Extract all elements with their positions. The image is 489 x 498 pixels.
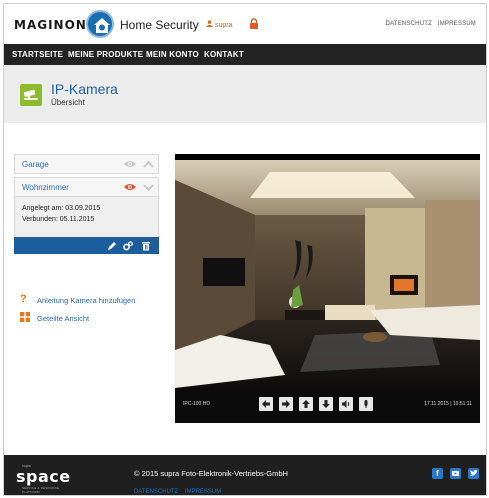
footer-link-datenschutz[interactable]: DATENSCHUTZ — [134, 489, 178, 495]
video-player[interactable]: IPC-100 HD 17.11.2015 | 10:51:11 — [175, 154, 480, 423]
help-icon: ? — [20, 293, 27, 305]
user-icon — [206, 20, 213, 27]
copyright: © 2015 supra Foto-Elektronik-Vertriebs-G… — [134, 469, 288, 478]
created-date: Angelegt am: 03.09.2015 — [22, 205, 101, 212]
youtube-icon[interactable] — [450, 468, 461, 479]
camera-item-garage[interactable]: Garage — [14, 154, 159, 174]
brand-logo[interactable]: MAGINON — [14, 18, 87, 32]
pencil-icon[interactable] — [107, 241, 117, 251]
speaker-icon[interactable] — [339, 397, 353, 411]
eye-icon[interactable] — [124, 160, 136, 168]
footer-links: DATENSCHUTZ IMPRESSUM — [134, 489, 226, 495]
arrow-left-icon[interactable] — [259, 397, 273, 411]
page-title: IP-Kamera — [51, 81, 118, 97]
arrow-up-icon[interactable] — [299, 397, 313, 411]
video-feed-image — [175, 160, 480, 388]
arrow-down-icon[interactable] — [319, 397, 333, 411]
app-frame: MAGINON Home Security supra DATENSCHUTZ … — [3, 3, 487, 496]
facebook-icon[interactable]: f — [432, 468, 443, 479]
nav-item-mein-konto[interactable]: MEIN KONTO — [146, 50, 199, 59]
top-link-impressum[interactable]: IMPRESSUM — [438, 21, 476, 27]
user-menu[interactable]: supra — [206, 20, 232, 29]
camera-action-bar — [14, 237, 159, 254]
main-nav: STARTSEITE MEINE PRODUKTE MEIN KONTO KON… — [4, 44, 486, 65]
home-logo-icon[interactable] — [86, 10, 114, 38]
logout-lock-icon[interactable] — [249, 18, 259, 30]
twitter-icon[interactable] — [468, 468, 479, 479]
link-add-camera-label: Anleitung Kamera hinzufügen — [37, 296, 136, 305]
grid-icon — [20, 312, 30, 322]
trash-icon[interactable] — [141, 241, 151, 251]
space-logo[interactable]: supra space SERVICE & RESOURCE PLATFORM — [16, 463, 76, 494]
camera-name: Garage — [22, 160, 49, 169]
logo-tagline: SERVICE & RESOURCE PLATFORM — [22, 486, 60, 494]
page-header: IP-Kamera Übersicht — [4, 65, 486, 123]
camera-icon — [20, 84, 42, 106]
top-bar: MAGINON Home Security supra DATENSCHUTZ … — [4, 4, 486, 44]
camera-label: IPC-100 HD — [183, 401, 210, 407]
top-links: DATENSCHUTZ IMPRESSUM — [382, 21, 476, 27]
video-control-bar: IPC-100 HD 17.11.2015 | 10:51:11 — [175, 388, 480, 423]
top-link-datenschutz[interactable]: DATENSCHUTZ — [386, 21, 432, 27]
footer-link-impressum[interactable]: IMPRESSUM — [185, 489, 221, 495]
chevron-up-icon[interactable] — [143, 160, 154, 168]
video-timestamp: 17.11.2015 | 10:51:11 — [424, 401, 472, 407]
nav-item-meine-produkte[interactable]: MEINE PRODUKTE — [68, 50, 143, 59]
link-shared-view-label: Geteilte Ansicht — [37, 314, 90, 323]
gears-icon[interactable] — [123, 241, 133, 251]
camera-item-wohnzimmer[interactable]: Wohnzimmer — [14, 177, 159, 197]
camera-name: Wohnzimmer — [22, 183, 69, 192]
camera-details: Angelegt am: 03.09.2015 Verbunden: 05.11… — [14, 197, 159, 237]
mic-icon[interactable] — [359, 397, 373, 411]
arrow-right-icon[interactable] — [279, 397, 293, 411]
footer: supra space SERVICE & RESOURCE PLATFORM … — [4, 455, 486, 495]
nav-item-startseite[interactable]: STARTSEITE — [12, 50, 63, 59]
chevron-down-icon[interactable] — [143, 183, 154, 191]
eye-icon[interactable] — [124, 183, 136, 191]
user-name: supra — [214, 22, 233, 29]
camera-list: Garage Wohnzimmer Angelegt am: 03.09.201… — [14, 154, 159, 254]
connected-date: Verbunden: 05.11.2015 — [22, 216, 95, 223]
logo-text: space — [16, 467, 71, 486]
nav-item-kontakt[interactable]: KONTAKT — [204, 50, 244, 59]
page-subtitle: Übersicht — [51, 98, 85, 107]
product-name: Home Security — [120, 18, 199, 32]
